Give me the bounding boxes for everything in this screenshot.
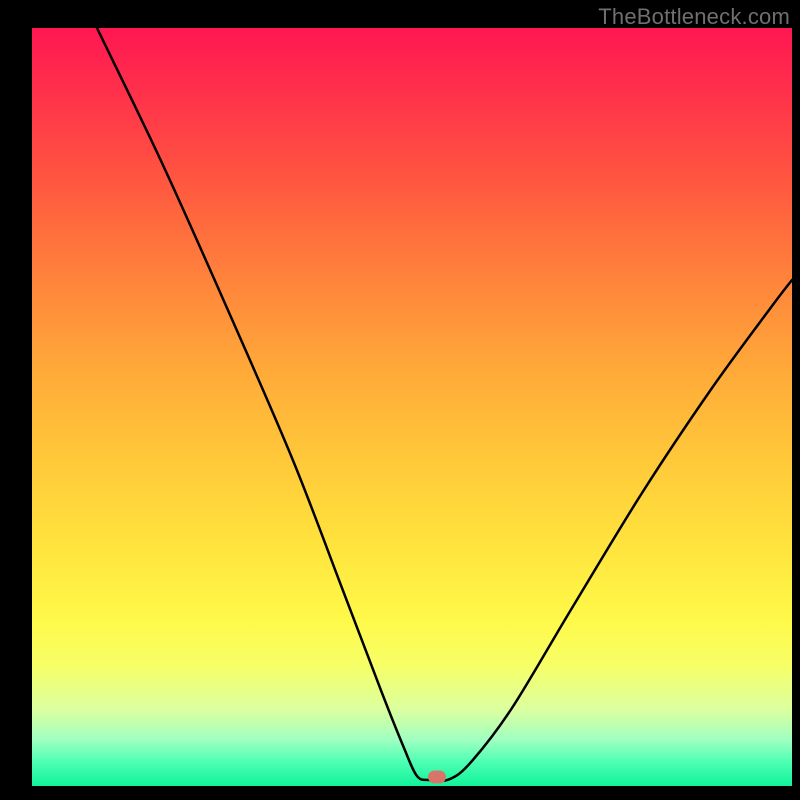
minimum-marker bbox=[428, 771, 446, 784]
plot-area bbox=[32, 28, 792, 786]
chart-frame: TheBottleneck.com bbox=[0, 0, 800, 800]
curve-svg bbox=[32, 28, 792, 786]
bottleneck-curve bbox=[97, 28, 792, 781]
watermark-text: TheBottleneck.com bbox=[598, 4, 790, 30]
